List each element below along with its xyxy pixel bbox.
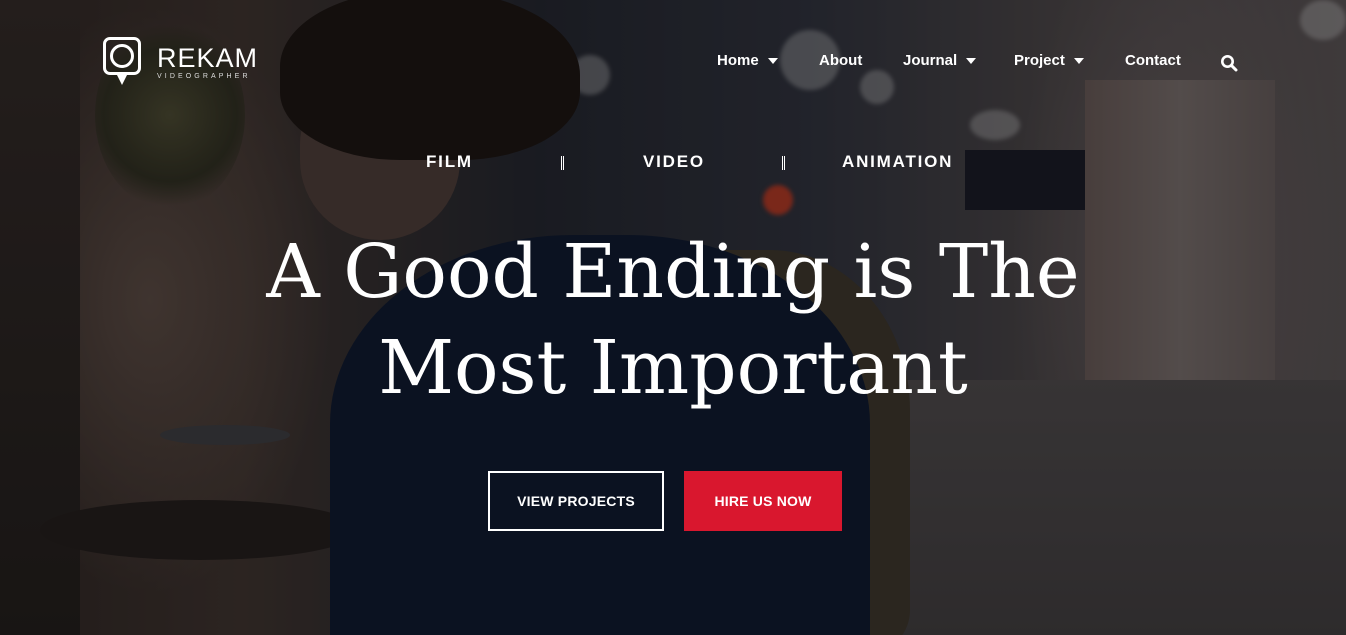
nav-item-label: Journal [903, 52, 958, 69]
hero-title: A Good Ending is The Most Important [0, 224, 1346, 416]
chevron-down-icon [1073, 57, 1084, 64]
camera-logo-icon [103, 37, 145, 87]
brand-name: REKAM [157, 43, 259, 73]
chevron-down-icon [966, 57, 977, 64]
hero-title-line-1: A Good Ending is The [266, 229, 1080, 315]
nav-item-label: Home [717, 52, 759, 69]
view-projects-button[interactable]: VIEW PROJECTS [488, 471, 664, 531]
nav-item-label: Project [1014, 52, 1065, 69]
search-button[interactable] [1220, 54, 1240, 74]
hire-us-now-button[interactable]: HIRE US NOW [684, 471, 842, 531]
nav-item-about[interactable]: About [819, 52, 862, 69]
hero-title-line-2: Most Important [378, 325, 968, 411]
brand-logo[interactable]: REKAM VIDEOGRAPHER [103, 37, 258, 87]
nav-item-home[interactable]: Home [717, 52, 778, 69]
category-video: VIDEO [643, 152, 705, 171]
nav-item-journal[interactable]: Journal [903, 52, 977, 69]
brand-tagline: VIDEOGRAPHER [157, 73, 251, 80]
site-header: REKAM VIDEOGRAPHER Home About Journal Pr… [0, 0, 1346, 125]
category-divider [561, 156, 564, 170]
category-list: FILM VIDEO ANIMATION [0, 152, 1346, 176]
search-icon [1221, 55, 1238, 72]
nav-item-contact[interactable]: Contact [1125, 52, 1181, 69]
nav-item-label: Contact [1125, 52, 1181, 69]
nav-item-label: About [819, 52, 863, 69]
category-divider [782, 156, 785, 170]
chevron-down-icon [767, 57, 778, 64]
nav-item-project[interactable]: Project [1014, 52, 1084, 69]
brand-text: REKAM VIDEOGRAPHER [157, 43, 259, 81]
category-film: FILM [426, 152, 473, 171]
category-animation: ANIMATION [842, 152, 954, 171]
